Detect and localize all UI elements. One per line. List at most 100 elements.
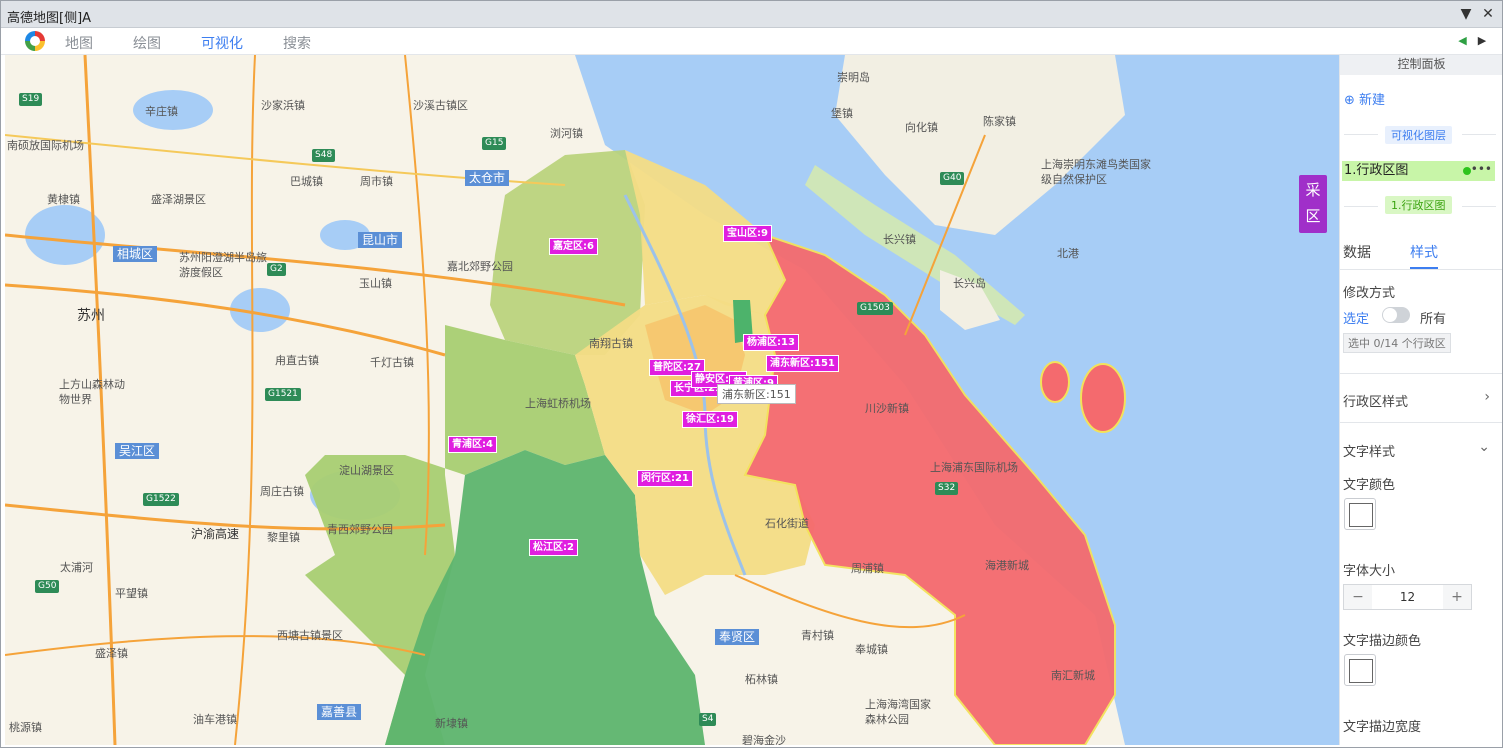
label-zhoushi: 周市镇 (360, 175, 393, 188)
next-arrow-icon[interactable]: ▶ (1474, 34, 1490, 47)
district-label-pudong[interactable]: 浦东新区:151 (766, 355, 839, 372)
district-label-xuhui[interactable]: 徐汇区:19 (682, 411, 738, 428)
label-fengcheng: 青村镇 (801, 629, 834, 642)
label-nanhui: 南汇新城 (1051, 669, 1095, 682)
city-tag-jiashan: 嘉善县 (317, 704, 362, 720)
label-huangdai: 黄棣镇 (47, 193, 80, 206)
district-label-songjiang[interactable]: 松江区:2 (529, 539, 578, 556)
city-label-suzhou: 苏州 (77, 308, 105, 324)
city-tag-taicang: 太仓市 (465, 170, 510, 186)
highway-g2: G2 (267, 263, 286, 276)
label-bihai: 碧海金沙 (742, 734, 786, 745)
highway-g50: G50 (35, 580, 60, 593)
highway-g1521: G1521 (265, 388, 301, 401)
divider (1340, 373, 1502, 374)
label-dapu: 太浦河 (60, 561, 93, 574)
increment-icon[interactable]: + (1443, 585, 1471, 609)
tab-visualize[interactable]: 可视化 (201, 33, 243, 53)
dropdown-icon[interactable]: ▼ (1456, 4, 1476, 24)
label-qiandeng: 千灯古镇 (370, 356, 414, 369)
collect-district-button[interactable]: 采区 (1299, 175, 1327, 233)
label-chongming: 崇明岛 (837, 71, 870, 84)
label-pudong-airport: 上海浦东国际机场 (930, 461, 1018, 474)
label-xianghua: 向化镇 (905, 121, 938, 134)
label-shajiabang: 沙家浜镇 (261, 99, 305, 112)
label-zhelin: 柘林镇 (745, 673, 778, 686)
new-button-label: 新建 (1359, 93, 1386, 108)
label-tongli: 周庄古镇 (260, 485, 304, 498)
font-size-value[interactable]: 12 (1372, 585, 1443, 609)
divider (1344, 206, 1378, 207)
label-shaxi: 沙溪古镇区 (413, 99, 468, 112)
app-window: 高德地图[侧]A ▼ ✕ 地图 绘图 可视化 搜索 ◀ ▶ 苏州 昆山市 太仓市… (0, 0, 1503, 748)
layer-item-label: 1.行政区图 (1344, 163, 1409, 178)
selection-info: 选中 0/14 个行政区 (1343, 333, 1451, 353)
stroke-color-swatch[interactable] (1344, 654, 1376, 686)
tab-bar: 地图 绘图 可视化 搜索 ◀ ▶ (1, 28, 1502, 55)
district-label-yangpu[interactable]: 杨浦区:13 (743, 334, 799, 351)
district-style-section[interactable]: 行政区样式 (1343, 391, 1408, 410)
city-tag-xiangcheng: 相城区 (113, 246, 158, 262)
highway-g15: G15 (482, 137, 507, 150)
control-panel: 控制面板 ⊕ 新建 可视化图层 1.行政区图 ••• 1.行政区图 数据 样式 … (1339, 55, 1502, 745)
map-canvas[interactable]: 苏州 昆山市 太仓市 吴江区 相城区 嘉善县 奉贤区 崇明岛 堡镇 向化镇 陈家… (5, 55, 1339, 745)
tab-data[interactable]: 数据 (1343, 242, 1371, 262)
label-xindai: 新埭镇 (435, 717, 468, 730)
text-color-swatch[interactable] (1344, 498, 1376, 530)
tab-map[interactable]: 地图 (65, 33, 93, 53)
tab-search[interactable]: 搜索 (283, 33, 311, 53)
more-icon[interactable]: ••• (1471, 159, 1492, 179)
tab-draw[interactable]: 绘图 (133, 33, 161, 53)
text-style-section[interactable]: 文字样式 (1343, 441, 1395, 460)
label-chenjia: 陈家镇 (983, 115, 1016, 128)
divider (1340, 269, 1502, 270)
label-hongqiao: 上海虹桥机场 (525, 397, 591, 410)
label-zhoupu: 周浦镇 (851, 562, 884, 575)
label-yangcheng: 苏州阳澄湖半岛旅游度假区 (179, 251, 267, 279)
highway-g40: G40 (940, 172, 965, 185)
highway-g1522: G1522 (143, 493, 179, 506)
label-zhouzhuang-nan: 甪直古镇 (275, 354, 319, 367)
chevron-right-icon[interactable]: › (1484, 389, 1490, 405)
divider (1462, 134, 1496, 135)
label-xitang: 西塘古镇景区 (277, 629, 343, 642)
close-icon[interactable]: ✕ (1478, 4, 1498, 24)
district-label-minhang[interactable]: 闵行区:21 (637, 470, 693, 487)
island-east-2 (1080, 363, 1126, 433)
city-tag-wujiang: 吴江区 (115, 443, 160, 459)
prev-arrow-icon[interactable]: ◀ (1455, 34, 1471, 47)
highway-s4: S4 (699, 713, 717, 726)
mode-all-label[interactable]: 所有 (1420, 308, 1446, 327)
label-nanxiang: 南翔古镇 (589, 337, 633, 350)
stroke-color-label: 文字描边颜色 (1343, 634, 1422, 649)
highway-s19: S19 (19, 93, 43, 106)
label-baozhen: 堡镇 (831, 107, 853, 120)
district-label-baoshan[interactable]: 宝山区:9 (723, 225, 772, 242)
plus-circle-icon: ⊕ (1344, 93, 1355, 108)
label-youche: 油车港镇 (193, 713, 237, 726)
label-chongming-reserve: 上海崇明东滩鸟类国家级自然保护区 (1041, 158, 1151, 186)
label-changxing-town: 长兴镇 (883, 233, 916, 246)
layer-item[interactable]: 1.行政区图 ••• (1342, 161, 1495, 181)
tab-style[interactable]: 样式 (1410, 242, 1438, 262)
label-chuansha: 川沙新镇 (865, 402, 909, 415)
mode-toggle[interactable] (1382, 307, 1410, 323)
label-dianshan: 淀山湖景区 (339, 464, 394, 477)
divider (1462, 206, 1496, 207)
decrement-icon[interactable]: − (1344, 585, 1372, 609)
district-label-jiading[interactable]: 嘉定区:6 (549, 238, 598, 255)
font-size-stepper[interactable]: − 12 + (1343, 584, 1472, 610)
panel-header: 控制面板 (1340, 55, 1502, 75)
mode-selected-label[interactable]: 选定 (1343, 308, 1369, 327)
label-taohu: 桃源镇 (9, 721, 42, 734)
highway-s32: S32 (935, 482, 959, 495)
district-label-qingpu[interactable]: 青浦区:4 (448, 436, 497, 453)
new-button[interactable]: ⊕ 新建 (1344, 89, 1385, 108)
chevron-down-icon[interactable]: ⌄ (1478, 439, 1490, 455)
city-tag-kunshan: 昆山市 (358, 232, 403, 248)
label-pingwang: 平望镇 (115, 587, 148, 600)
label-qingxi: 青西郊野公园 (327, 523, 393, 536)
modify-mode-label: 修改方式 (1343, 286, 1396, 301)
window-title: 高德地图[侧]A (7, 11, 92, 26)
map-tooltip: 浦东新区:151 (717, 384, 796, 404)
